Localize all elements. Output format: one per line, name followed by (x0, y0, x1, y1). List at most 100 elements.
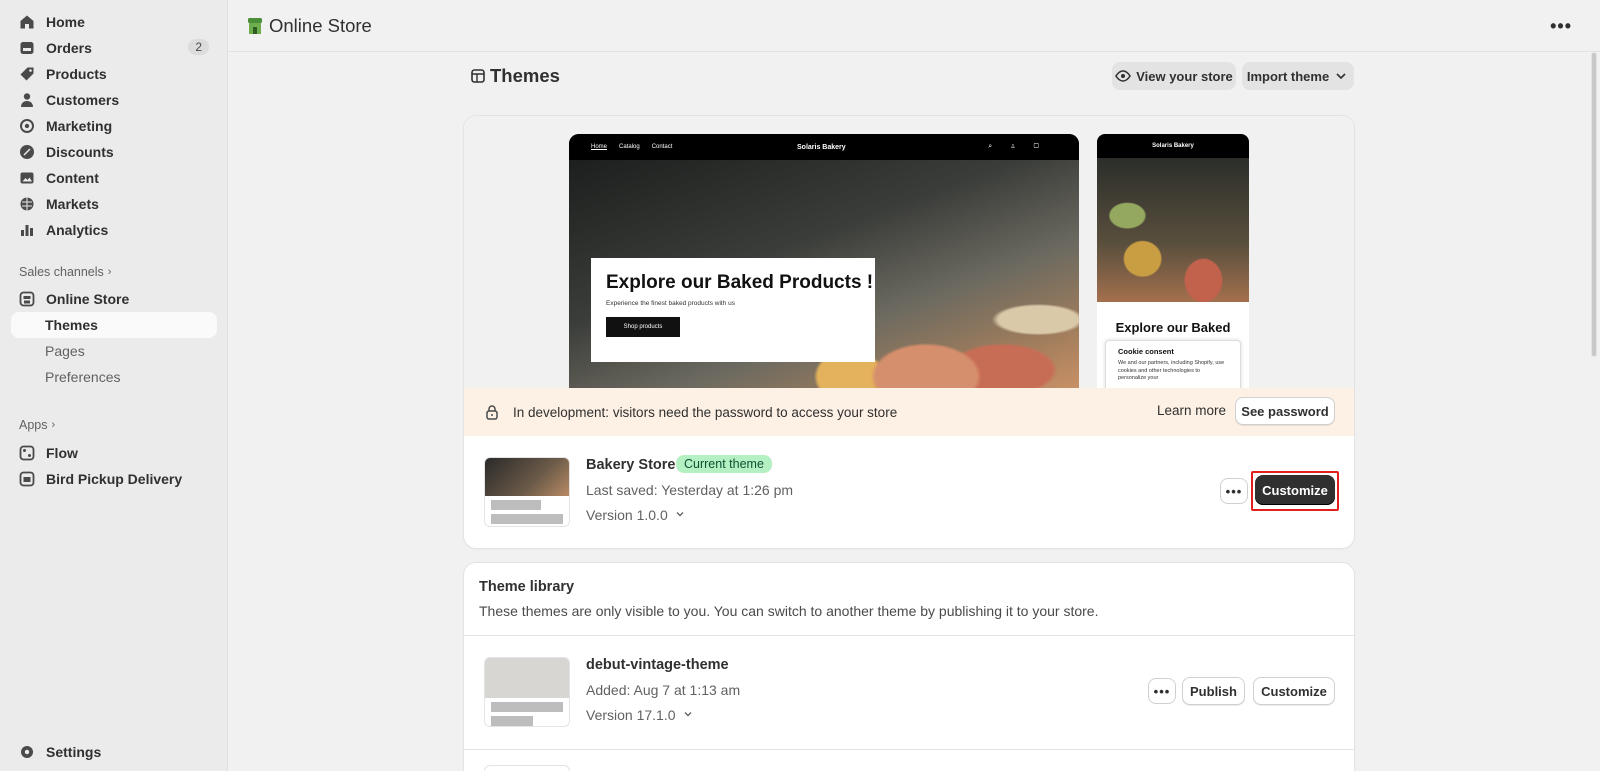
nav-app-bird-pickup[interactable]: Bird Pickup Delivery (11, 466, 217, 492)
chevron-right-icon: › (51, 419, 56, 431)
sidebar: Home Orders 2 Products Customers Marketi… (0, 0, 228, 771)
eye-icon (1115, 68, 1132, 84)
nav-marketing[interactable]: Marketing (11, 113, 217, 139)
version-dropdown[interactable]: Version 1.0.0 (586, 507, 686, 523)
library-customize-button[interactable]: Customize (1253, 677, 1335, 705)
nav-orders[interactable]: Orders 2 (11, 35, 217, 61)
nav-app-flow[interactable]: Flow (11, 440, 217, 466)
nav-preferences[interactable]: Preferences (11, 364, 217, 390)
nav-label: Home (46, 14, 85, 30)
library-theme-added: Added: Aug 7 at 1:13 am (586, 682, 741, 698)
section-label: Sales channels (19, 265, 104, 279)
nav-label: Pages (45, 343, 85, 359)
more-actions-button[interactable]: ••• (1550, 16, 1572, 37)
nav-markets[interactable]: Markets (11, 191, 217, 217)
scrollbar-thumb[interactable] (1591, 52, 1597, 357)
library-theme-actions-button[interactable]: ••• (1148, 678, 1176, 704)
customize-button[interactable]: Customize (1255, 475, 1335, 505)
lock-icon (484, 404, 500, 420)
page-title-text: Themes (490, 65, 560, 86)
hero-title: Explore our Baked Products ! (606, 272, 874, 293)
button-label: See password (1241, 403, 1329, 419)
nav-themes[interactable]: Themes (11, 312, 217, 338)
nav-label: Customers (46, 92, 120, 108)
nav-online-store[interactable]: Online Store (11, 286, 217, 312)
nav-label: Settings (46, 744, 102, 760)
nav-analytics[interactable]: Analytics (11, 217, 217, 243)
current-theme-thumbnail (484, 457, 570, 527)
nav-label: Marketing (46, 118, 113, 134)
preview-nav-catalog: Catalog (619, 144, 640, 150)
nav-customers[interactable]: Customers (11, 87, 217, 113)
apps-heading[interactable]: Apps › (19, 418, 55, 432)
chevron-down-icon (682, 708, 694, 723)
see-password-button[interactable]: See password (1235, 397, 1335, 425)
mobile-preview: Solaris Bakery Explore our Baked Cookie … (1097, 134, 1249, 388)
button-label: View your store (1136, 68, 1233, 84)
nav-label: Flow (46, 445, 78, 461)
hero-image: Explore our Baked Products ! Experience … (569, 160, 1079, 388)
nav-settings[interactable]: Settings (11, 739, 217, 765)
current-theme-name: Bakery Store (586, 457, 676, 473)
nav-home[interactable]: Home (11, 9, 217, 35)
view-store-button[interactable]: View your store (1112, 62, 1236, 90)
hero-box: Explore our Baked Products ! Experience … (591, 258, 875, 362)
button-label: Publish (1190, 683, 1237, 699)
mobile-header: Solaris Bakery (1097, 134, 1249, 158)
tag-icon (19, 66, 35, 82)
current-theme-badge: Current theme (676, 455, 772, 473)
flow-app-icon (19, 445, 35, 461)
person-icon (19, 92, 35, 108)
library-description: These themes are only visible to you. Yo… (479, 603, 1099, 619)
online-store-icon (247, 17, 263, 35)
library-title: Theme library (479, 579, 575, 595)
preview-nav-home: Home (591, 144, 608, 150)
scrollbar[interactable] (1588, 52, 1600, 771)
button-label: Customize (1262, 482, 1328, 498)
import-theme-button[interactable]: Import theme (1242, 62, 1354, 90)
store-icon (19, 291, 35, 307)
mobile-hero-image (1097, 158, 1249, 302)
target-icon (19, 118, 35, 134)
nav-content[interactable]: Content (11, 165, 217, 191)
version-text: Version 17.1.0 (586, 707, 676, 723)
home-icon (19, 14, 35, 30)
theme-preview[interactable]: Home Catalog Contact Solaris Bakery ⌕ ♙ … (464, 116, 1354, 388)
top-bar: Online Store ••• (228, 0, 1600, 52)
cookie-text: We and our partners, including Shopify, … (1118, 360, 1225, 382)
nav-label: Content (46, 170, 99, 186)
orders-count-badge: 2 (188, 39, 209, 55)
page-title: Themes (470, 65, 560, 87)
current-theme-card: Home Catalog Contact Solaris Bakery ⌕ ♙ … (464, 116, 1354, 548)
nav-label: Markets (46, 196, 99, 212)
next-theme-thumbnail (484, 765, 570, 771)
vintage-theme-thumbnail (484, 657, 570, 727)
nav-pages[interactable]: Pages (11, 338, 217, 364)
nav-label: Discounts (46, 144, 114, 160)
globe-icon (19, 196, 35, 212)
nav-label: Preferences (45, 369, 121, 385)
development-banner: In development: visitors need the passwo… (464, 388, 1354, 436)
bar-chart-icon (19, 222, 35, 238)
library-theme-name: debut-vintage-theme (586, 657, 729, 673)
nav-products[interactable]: Products (11, 61, 217, 87)
learn-more-link[interactable]: Learn more (1157, 403, 1226, 418)
preview-nav-contact: Contact (651, 144, 673, 150)
preview-header-icons: ⌕ ♙ ▢ (988, 143, 1047, 150)
sales-channels-heading[interactable]: Sales channels › (19, 265, 111, 279)
last-saved-text: Last saved: Yesterday at 1:26 pm (586, 482, 794, 498)
nav-discounts[interactable]: Discounts (11, 139, 217, 165)
mobile-content: Explore our Baked Cookie consent We and … (1097, 302, 1249, 388)
button-label: Import theme (1246, 68, 1330, 84)
publish-button[interactable]: Publish (1182, 677, 1245, 705)
library-version-dropdown[interactable]: Version 17.1.0 (586, 707, 694, 723)
divider (464, 749, 1354, 750)
mobile-brand: Solaris Bakery (1152, 143, 1194, 149)
theme-actions-menu-button[interactable]: ••• (1220, 478, 1248, 504)
nav-label: Analytics (46, 222, 109, 238)
banner-text: In development: visitors need the passwo… (513, 404, 898, 420)
store-title: Online Store (247, 15, 372, 37)
nav-label: Products (46, 66, 107, 82)
section-label: Apps (19, 418, 48, 432)
orders-icon (19, 40, 35, 56)
